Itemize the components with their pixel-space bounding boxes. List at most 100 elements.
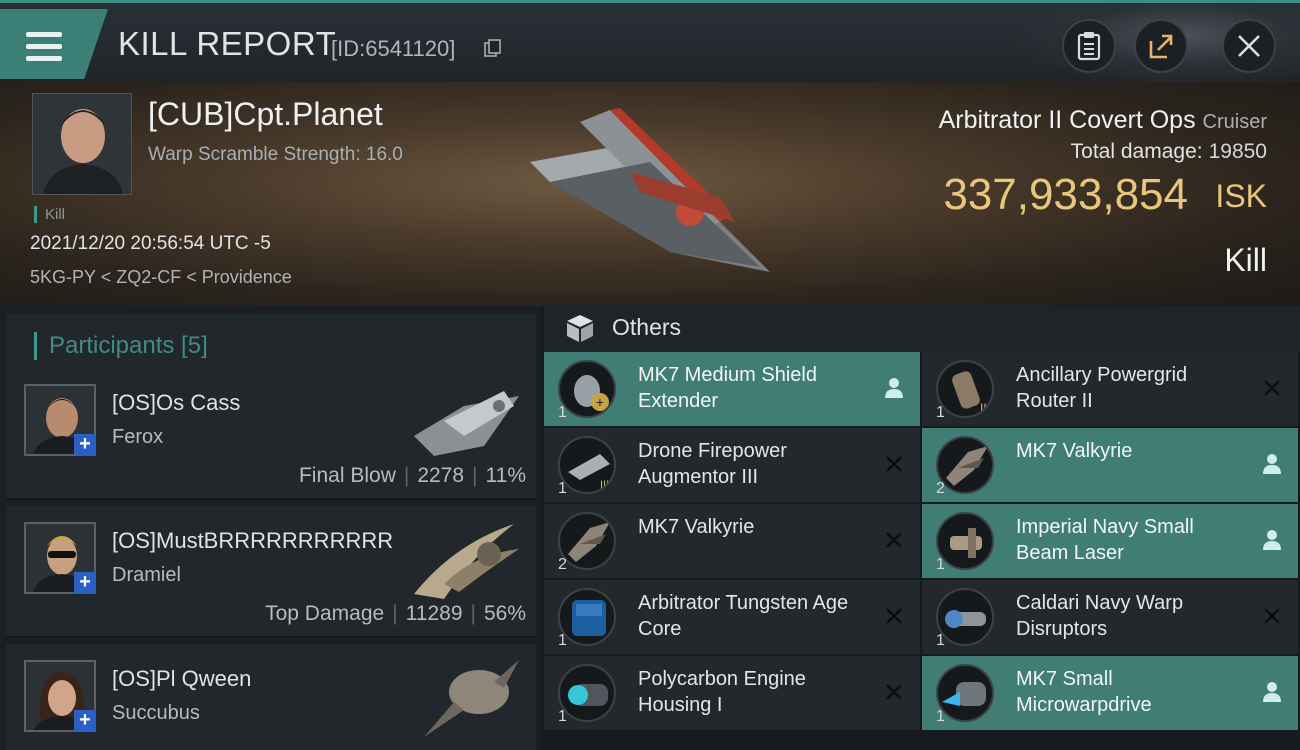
- participant-percent: 11%: [485, 464, 526, 487]
- participant-damage-stat: Final Blow | 2278 | 11%: [298, 464, 526, 487]
- item-name: Polycarbon Engine Housing I: [638, 668, 806, 716]
- victim-ship-type: Arbitrator II Covert Ops: [938, 106, 1196, 134]
- hamburger-menu-icon: [26, 32, 62, 62]
- close-icon: [1238, 35, 1260, 57]
- item-status: [1260, 528, 1284, 552]
- participant-ship-image: [414, 391, 519, 456]
- participant-ship: Succubus: [112, 702, 200, 724]
- item-tile[interactable]: 1 Caldari Navy Warp Disruptors: [922, 580, 1298, 654]
- item-quantity: 1: [936, 556, 945, 573]
- victim-ship-class: Cruiser: [1202, 111, 1267, 133]
- participant-damage-stat: Top Damage | 11289 | 56%: [265, 602, 526, 625]
- destroyed-x-icon: [1264, 608, 1280, 624]
- menu-button[interactable]: [0, 9, 108, 79]
- participant-damage: 2278: [417, 464, 465, 487]
- item-quantity: 1: [936, 632, 945, 649]
- participant-row[interactable]: + [OS]MustBRRRRRRRRRRR Dramiel Top Damag…: [6, 506, 536, 638]
- item-tile[interactable]: II 1 Ancillary Powergrid Router II: [922, 352, 1298, 426]
- participant-name[interactable]: [OS]MustBRRRRRRRRRRR: [112, 528, 393, 554]
- isk-value: 337,933,854: [943, 170, 1188, 219]
- destroyed-x-icon: [886, 456, 902, 472]
- participant-ship: Dramiel: [112, 564, 181, 586]
- share-icon: [1149, 34, 1173, 59]
- svg-text:+: +: [596, 394, 604, 410]
- others-title: Others: [612, 314, 682, 340]
- victim-name[interactable]: [CUB]Cpt.Planet: [148, 96, 383, 133]
- item-quantity: 1: [558, 404, 567, 421]
- item-status: [1260, 376, 1284, 400]
- item-name: Drone Firepower Augmentor III: [638, 440, 787, 488]
- dropped-person-icon: [1263, 530, 1281, 550]
- top-bar: KILL REPORT [ID:6541120]: [0, 0, 1300, 85]
- item-tile[interactable]: 1 Arbitrator Tungsten Age Core: [544, 580, 920, 654]
- item-status: [882, 452, 906, 476]
- participant-role: Final Blow: [298, 464, 396, 487]
- warp-scramble-strength: Warp Scramble Strength: 16.0: [148, 144, 403, 165]
- participants-panel: Participants [5] + [OS]Os Cass Ferox Fin…: [0, 306, 540, 750]
- item-tile[interactable]: III 1 Drone Firepower Augmentor III: [544, 428, 920, 502]
- item-name: MK7 Valkyrie: [638, 516, 755, 538]
- clipboard-button[interactable]: [1062, 19, 1116, 73]
- total-damage-label: Total damage:: [1070, 140, 1203, 163]
- destroyed-x-icon: [886, 532, 902, 548]
- item-name: MK7 Small Microwarpdrive: [1016, 668, 1152, 716]
- add-contact-icon[interactable]: +: [74, 434, 96, 456]
- dropped-person-icon: [1263, 454, 1281, 474]
- destroyed-x-icon: [886, 684, 902, 700]
- item-status: [882, 604, 906, 628]
- victim-ship-name[interactable]: Arbitrator II Covert Ops Cruiser: [939, 106, 1267, 135]
- copy-id-icon[interactable]: [484, 39, 502, 57]
- item-quantity: 1: [558, 708, 567, 725]
- svg-text:III: III: [600, 479, 609, 491]
- item-name: Arbitrator Tungsten Age Core: [638, 592, 849, 640]
- kill-timestamp: 2021/12/20 20:56:54 UTC -5: [30, 233, 271, 254]
- participants-header: Participants [5]: [6, 314, 536, 368]
- add-contact-icon[interactable]: +: [74, 710, 96, 732]
- item-tile[interactable]: 1 Imperial Navy Small Beam Laser: [922, 504, 1298, 578]
- item-status: [882, 376, 906, 400]
- report-id: [ID:6541120]: [331, 36, 456, 61]
- item-tile[interactable]: 2 MK7 Valkyrie: [922, 428, 1298, 502]
- participant-name[interactable]: [OS]Pl Qween: [112, 666, 251, 692]
- item-name: Ancillary Powergrid Router II: [1016, 364, 1188, 412]
- item-quantity: 2: [936, 480, 945, 497]
- dropped-person-icon: [1263, 682, 1281, 702]
- close-button[interactable]: [1222, 19, 1276, 73]
- participant-ship-image: [414, 524, 519, 599]
- destroyed-x-icon: [1264, 380, 1280, 396]
- share-button[interactable]: [1134, 19, 1188, 73]
- kill-outcome: Kill: [1224, 242, 1267, 278]
- item-status: [882, 528, 906, 552]
- item-tile[interactable]: 2 MK7 Valkyrie: [544, 504, 920, 578]
- item-quantity: 2: [558, 556, 567, 573]
- dropped-person-icon: [885, 378, 903, 398]
- item-tile[interactable]: 1 MK7 Small Microwarpdrive: [922, 656, 1298, 730]
- item-name: Imperial Navy Small Beam Laser: [1016, 516, 1194, 564]
- item-quantity: 1: [936, 708, 945, 725]
- item-status: [1260, 680, 1284, 704]
- participants-title: Participants [5]: [34, 332, 208, 360]
- item-status: [882, 680, 906, 704]
- participant-row[interactable]: + [OS]Os Cass Ferox Final Blow | 2278 | 11%: [6, 368, 536, 500]
- item-tile[interactable]: 1 Polycarbon Engine Housing I: [544, 656, 920, 730]
- participant-ship: Ferox: [112, 426, 164, 448]
- destroyed-x-icon: [886, 608, 902, 624]
- item-tile[interactable]: +1 MK7 Medium Shield Extender: [544, 352, 920, 426]
- item-quantity: 1: [936, 404, 945, 421]
- participant-name[interactable]: [OS]Os Cass: [112, 390, 240, 416]
- victim-ship-image: [530, 108, 770, 272]
- cargo-box-icon: [567, 315, 593, 342]
- item-quantity: 1: [558, 632, 567, 649]
- item-name: MK7 Valkyrie: [1016, 440, 1133, 462]
- participant-row[interactable]: + [OS]Pl Qween Succubus: [6, 644, 536, 750]
- page-title: KILL REPORT: [118, 25, 337, 62]
- total-damage-value: 19850: [1208, 140, 1267, 163]
- participant-role: Top Damage: [265, 602, 385, 625]
- item-quantity: 1: [558, 480, 567, 497]
- item-name: Caldari Navy Warp Disruptors: [1016, 592, 1184, 640]
- add-contact-icon[interactable]: +: [74, 572, 96, 594]
- svg-text:II: II: [980, 401, 987, 415]
- total-damage: Total damage: 19850: [1071, 140, 1267, 164]
- victim-avatar[interactable]: [32, 93, 132, 195]
- item-status: [1260, 452, 1284, 476]
